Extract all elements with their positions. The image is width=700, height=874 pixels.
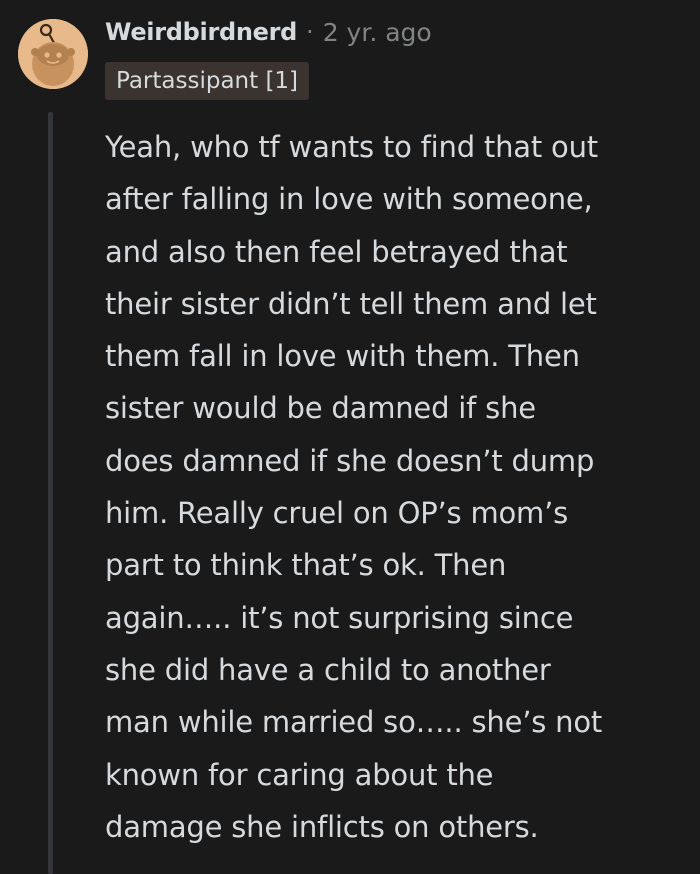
comment-body-line: does damned if she doesn’t dump: [105, 443, 595, 478]
comment-body-line: Yeah, who tf wants to find that out: [105, 130, 598, 164]
thread-collapse-line[interactable]: [48, 112, 53, 874]
comment-body-line: damage she inflicts on others.: [105, 809, 539, 844]
comment-body-line: sister would be damned if she: [105, 391, 536, 426]
comment: Weirdbirdnerd · 2 yr. ago Partassipant […: [0, 0, 700, 874]
comment-body-line: again….. it’s not surprising since: [105, 600, 574, 635]
comment-body-line: after falling in love with someone,: [105, 182, 593, 217]
comment-meta: Weirdbirdnerd · 2 yr. ago: [105, 12, 432, 52]
comment-body-line: man while married so….. she’s not: [105, 705, 603, 740]
comment-body-line: their sister didn’t tell them and let: [105, 286, 597, 321]
meta-separator: ·: [306, 18, 314, 46]
comment-body-line: them fall in love with them. Then: [105, 339, 580, 374]
comment-body-line: and also then feel betrayed that: [105, 234, 568, 269]
comment-body-line: she did have a child to another: [105, 652, 551, 687]
reddit-snoo-avatar-icon: [18, 19, 88, 89]
username-link[interactable]: Weirdbirdnerd: [105, 18, 297, 46]
user-avatar[interactable]: [18, 19, 88, 89]
comment-body-line: part to think that’s ok. Then: [105, 548, 507, 583]
comment-body-line: known for caring about the: [105, 757, 494, 792]
user-flair-badge: Partassipant [1]: [105, 62, 310, 100]
comment-body: Yeah, who tf wants to find that out afte…: [105, 121, 685, 853]
comment-body-line: him. Really cruel on OP’s mom’s: [105, 496, 569, 531]
timestamp-link[interactable]: 2 yr. ago: [323, 18, 432, 47]
